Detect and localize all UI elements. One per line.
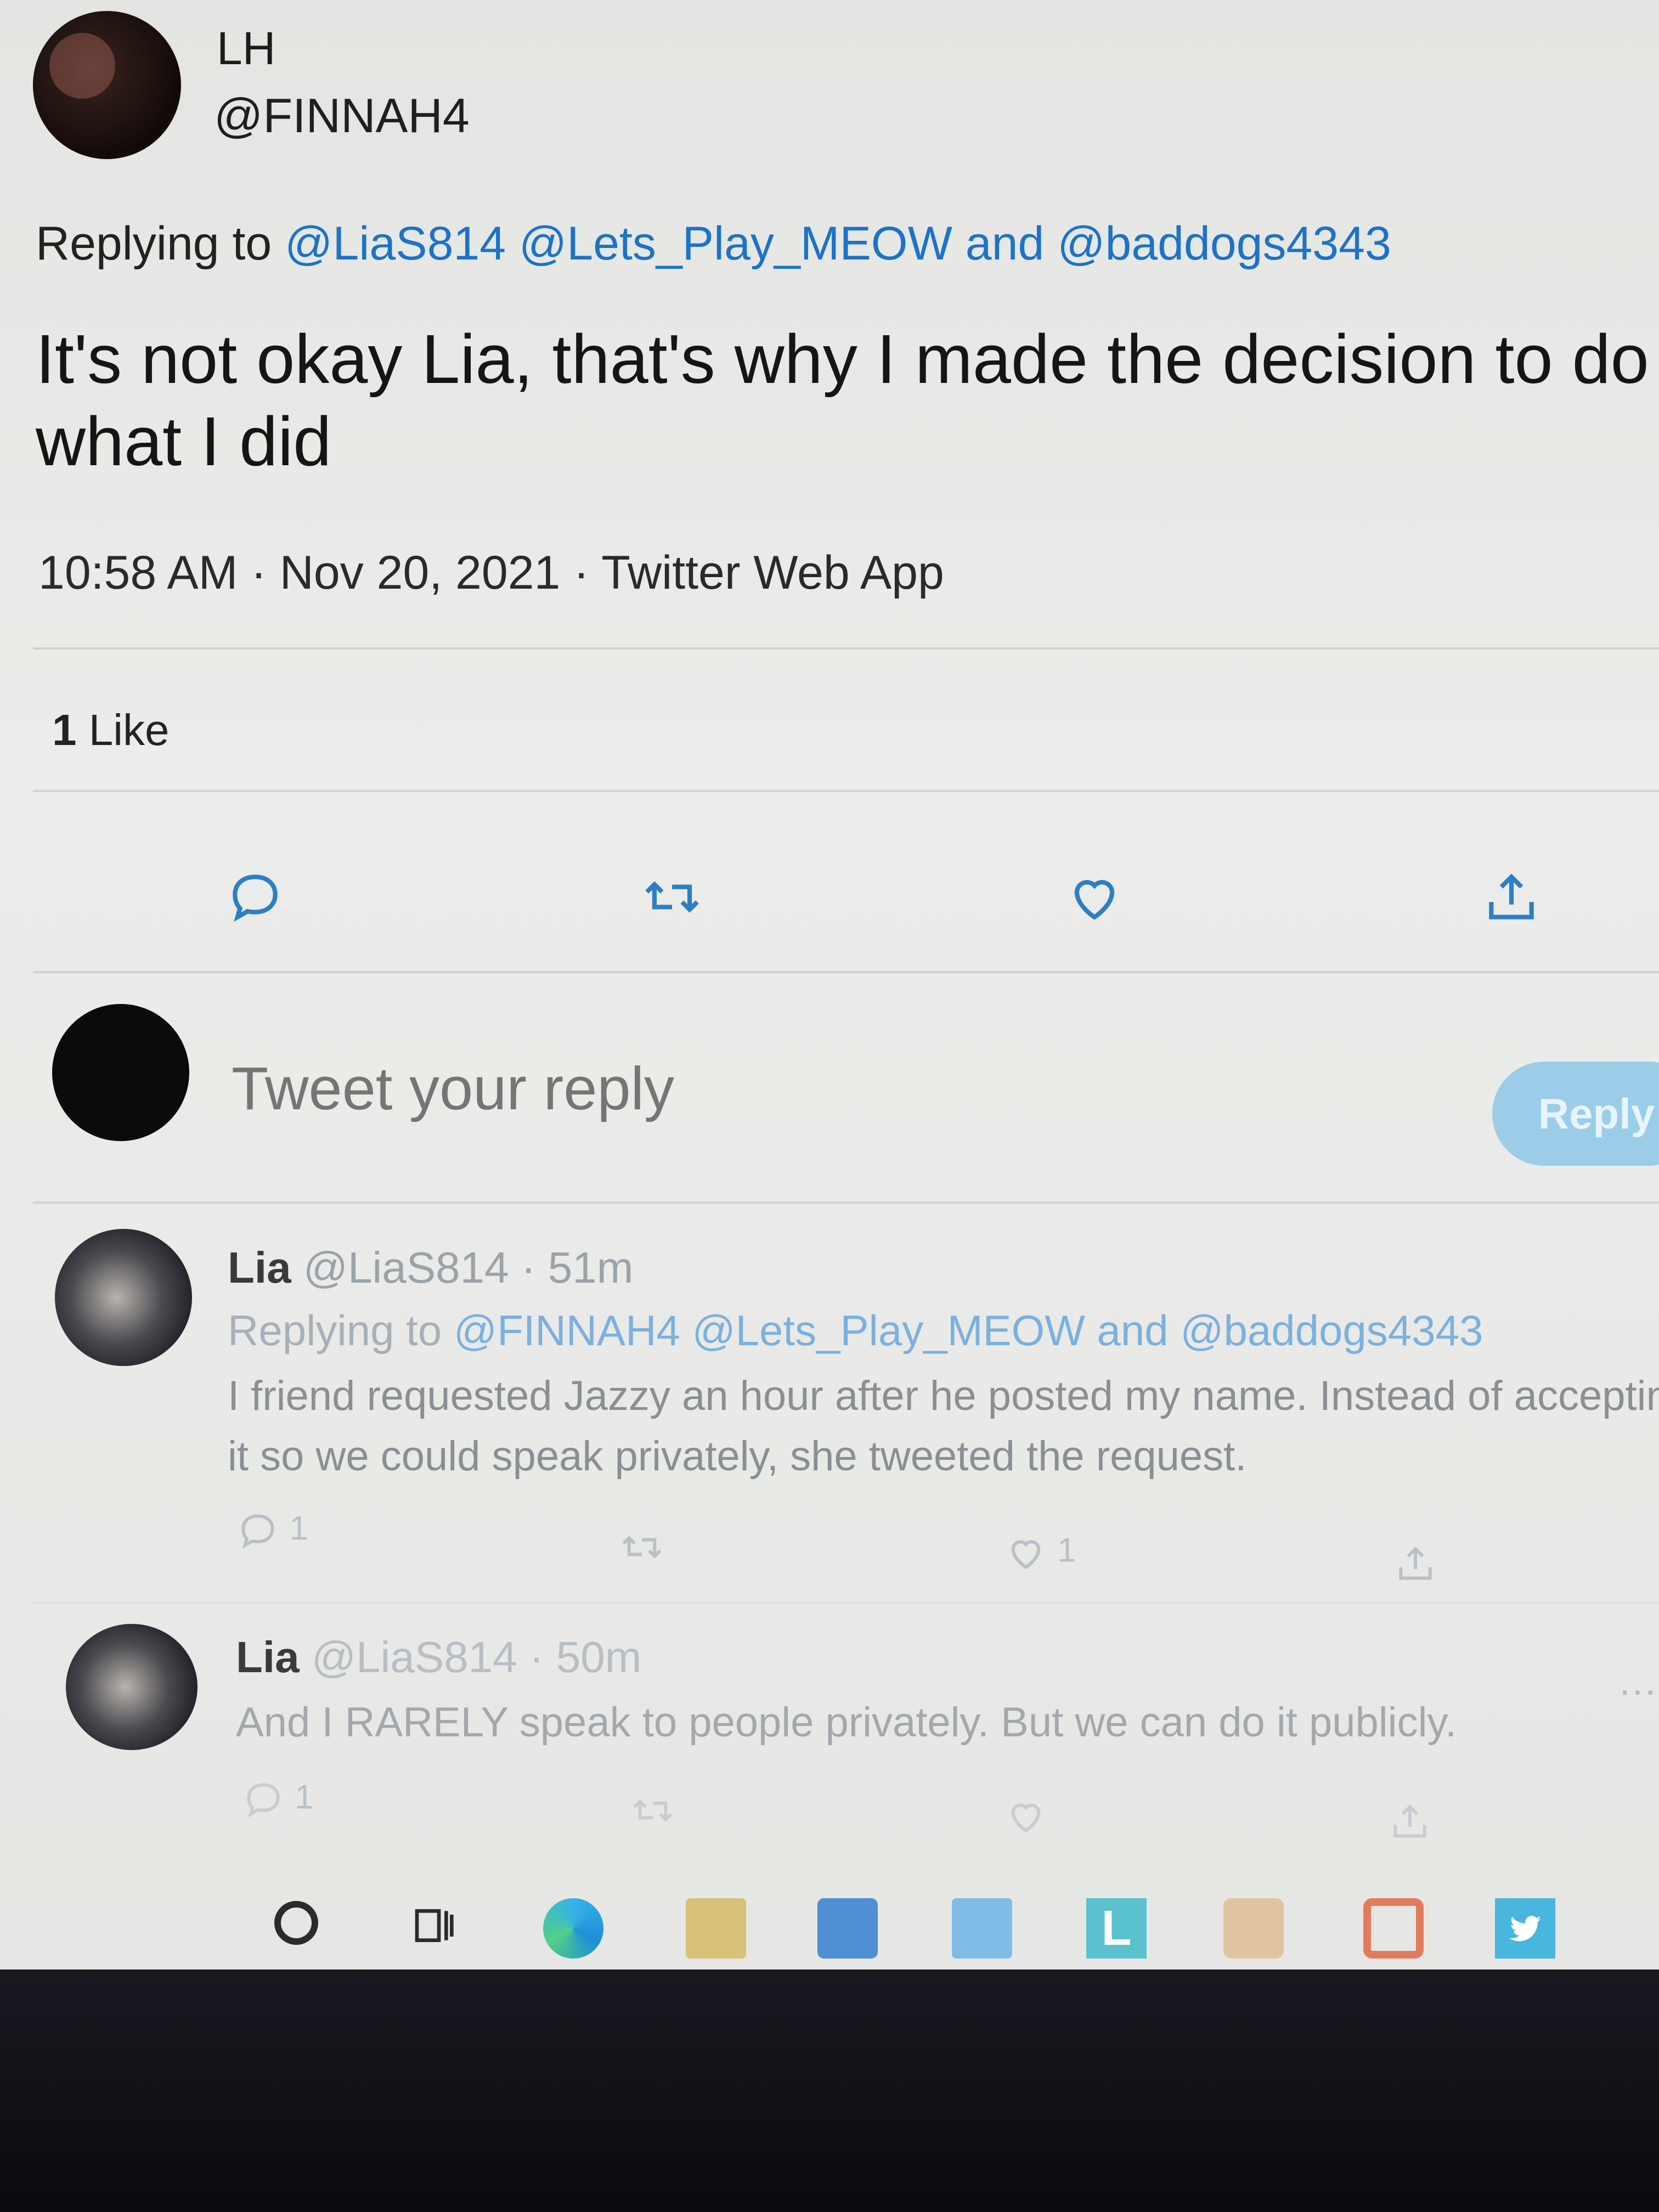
replying-to-line: Replying to @LiaS814 @Lets_Play_MEOW and…: [36, 217, 1391, 271]
browser-screen: LH @FINNAH4 Replying to @LiaS814 @Lets_P…: [0, 0, 1659, 1970]
share-icon[interactable]: [1388, 1799, 1432, 1843]
like-icon: [1011, 1540, 1041, 1570]
replying-prefix: Replying to: [36, 217, 272, 270]
monitor-bezel: [0, 1970, 1659, 2212]
likes-stat[interactable]: 1 Like: [52, 705, 170, 755]
like-count: 1: [1057, 1531, 1076, 1570]
reply-author-name[interactable]: Lia: [228, 1243, 291, 1292]
divider: [33, 971, 1659, 973]
reply-like-action[interactable]: 1: [1004, 1531, 1076, 1575]
mention-link[interactable]: @Lets_Play_MEOW: [519, 217, 952, 270]
reply-author-name[interactable]: Lia: [236, 1633, 300, 1681]
author-handle[interactable]: @FINNAH4: [214, 88, 470, 144]
reply-header: Lia @LiaS814 · 50m: [236, 1632, 641, 1683]
office-icon[interactable]: [1363, 1898, 1424, 1959]
retweet-icon[interactable]: [631, 1788, 675, 1832]
share-icon[interactable]: [1481, 867, 1542, 927]
likes-count: 1: [52, 706, 77, 754]
mention-links[interactable]: @FINNAH4 @Lets_Play_MEOW and @baddogs434…: [454, 1306, 1483, 1355]
divider: [33, 647, 1659, 650]
reply-icon: [241, 1514, 274, 1549]
store-icon[interactable]: [817, 1898, 878, 1959]
reply-input[interactable]: [230, 1053, 1110, 1124]
reply-handle-time[interactable]: @LiaS814 · 51m: [303, 1243, 634, 1292]
current-user-avatar[interactable]: [52, 1004, 189, 1141]
reply-icon[interactable]: [225, 867, 285, 927]
tweet-text: It's not okay Lia, that's why I made the…: [36, 320, 1649, 480]
search-icon[interactable]: [274, 1901, 318, 1945]
mention-link[interactable]: @LiaS814: [285, 217, 506, 270]
mention-and: and: [965, 217, 1045, 270]
reply-avatar[interactable]: [55, 1229, 192, 1366]
reply-header: Lia @LiaS814 · 51m: [228, 1243, 633, 1293]
divider: [33, 1602, 1659, 1604]
task-view-icon[interactable]: [409, 1904, 458, 1948]
share-icon[interactable]: [1393, 1542, 1437, 1585]
mail-icon[interactable]: [952, 1898, 1012, 1959]
l-app-icon[interactable]: L: [1086, 1898, 1147, 1959]
divider: [33, 1201, 1659, 1204]
likes-label: Like: [88, 706, 170, 754]
replying-prefix: Replying to: [228, 1306, 442, 1355]
reply-reply-action[interactable]: 1: [236, 1509, 308, 1553]
reply-button[interactable]: Reply: [1492, 1062, 1659, 1166]
reply-reply-action[interactable]: 1: [241, 1778, 314, 1821]
like-icon[interactable]: [1064, 867, 1125, 927]
reply-icon: [247, 1783, 280, 1818]
reply-handle-time[interactable]: @LiaS814 · 50m: [312, 1633, 642, 1681]
game-icon[interactable]: [1223, 1898, 1284, 1959]
divider: [33, 790, 1659, 792]
reply-text: And I RARELY speak to people privately. …: [236, 1699, 1457, 1746]
twitter-icon[interactable]: [1495, 1898, 1555, 1959]
retweet-icon[interactable]: [620, 1525, 664, 1569]
like-icon[interactable]: [1004, 1794, 1048, 1838]
reply-text: I friend requested Jazzy an hour after h…: [228, 1373, 1659, 1480]
tweet-timestamp[interactable]: 10:58 AM · Nov 20, 2021 · Twitter Web Ap…: [38, 546, 944, 600]
reply-avatar[interactable]: [66, 1624, 198, 1750]
edge-icon[interactable]: [543, 1898, 603, 1959]
author-name[interactable]: LH: [217, 22, 275, 75]
reply-count: 1: [289, 1509, 308, 1548]
mention-link[interactable]: @baddogs4343: [1057, 217, 1391, 270]
reply-count: 1: [295, 1778, 314, 1816]
retweet-icon[interactable]: [642, 867, 702, 927]
file-explorer-icon[interactable]: [686, 1898, 746, 1959]
reply-replying-to: Replying to @FINNAH4 @Lets_Play_MEOW and…: [228, 1306, 1483, 1356]
author-avatar[interactable]: [33, 11, 181, 159]
